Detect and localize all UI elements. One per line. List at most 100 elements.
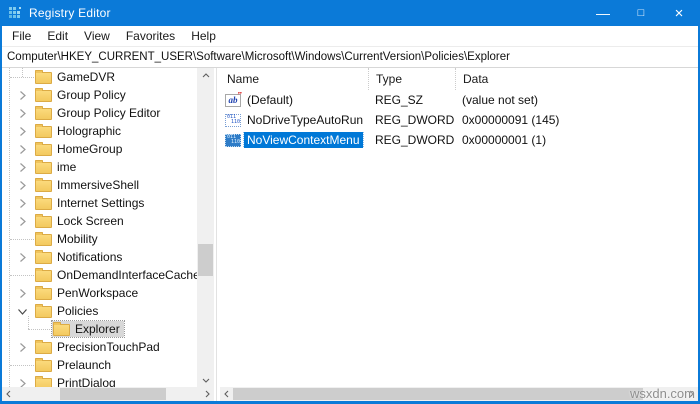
tree-key-lock-screen[interactable]: Lock Screen xyxy=(34,213,128,229)
tree-item-label: HomeGroup xyxy=(57,142,123,156)
menu-edit[interactable]: Edit xyxy=(39,29,76,43)
tree-item-label: ime xyxy=(57,160,77,174)
chevron-right-icon[interactable] xyxy=(10,180,34,191)
value-row-noviewcontextmenu[interactable]: 011 110 NoViewContextMenu REG_DWORD 0x000000… xyxy=(220,130,698,150)
tree-item-printdialog[interactable]: PrintDialog xyxy=(2,374,197,387)
chevron-right-icon[interactable] xyxy=(10,288,34,299)
chevron-right-icon[interactable] xyxy=(10,198,34,209)
tree-key-prelaunch[interactable]: Prelaunch xyxy=(34,357,115,373)
folder-icon xyxy=(35,286,52,300)
tree-item-homegroup[interactable]: HomeGroup xyxy=(2,140,197,158)
folder-icon xyxy=(35,232,52,246)
chevron-right-icon[interactable] xyxy=(10,342,34,353)
tree-item-gamedvr[interactable]: GameDVR xyxy=(2,68,197,86)
tree-connector-dots xyxy=(10,238,34,240)
tree-item-label: PrintDialog xyxy=(57,376,116,387)
chevron-right-icon[interactable] xyxy=(10,126,34,137)
folder-icon xyxy=(35,88,52,102)
chevron-right-icon[interactable] xyxy=(10,90,34,101)
scroll-right-arrow-icon[interactable] xyxy=(201,387,214,401)
column-header-data[interactable]: Data xyxy=(455,68,698,90)
tree-item-label: Notifications xyxy=(57,250,123,264)
column-header-type[interactable]: Type xyxy=(368,68,455,90)
scroll-down-arrow-icon[interactable] xyxy=(197,373,214,387)
tree-key-policies[interactable]: Policies xyxy=(34,303,102,319)
column-header-name[interactable]: Name xyxy=(220,68,368,90)
tree-key-group-policy-editor[interactable]: Group Policy Editor xyxy=(34,105,164,121)
tree-hscroll-thumb[interactable] xyxy=(60,388,166,400)
tree-item-ondemandinterfacecache[interactable]: OnDemandInterfaceCache xyxy=(2,266,197,284)
tree-item-policies[interactable]: Policies xyxy=(2,302,197,320)
value-name-cell[interactable]: ab (Default) xyxy=(220,92,368,108)
maximize-button[interactable]: □ xyxy=(622,0,660,26)
value-data: 0x00000001 (1) xyxy=(462,133,547,147)
value-name-cell[interactable]: 011 110 NoDriveTypeAutoRun xyxy=(220,112,368,128)
chevron-right-icon[interactable] xyxy=(10,108,34,119)
tree-item-ime[interactable]: ime xyxy=(2,158,197,176)
value-data: 0x00000091 (145) xyxy=(462,113,560,127)
chevron-right-icon[interactable] xyxy=(10,378,34,387)
tree-key-explorer[interactable]: Explorer xyxy=(51,320,125,338)
menu-favorites[interactable]: Favorites xyxy=(118,29,183,43)
tree-vertical-scrollbar[interactable] xyxy=(197,68,214,387)
chevron-right-icon[interactable] xyxy=(10,144,34,155)
menu-file[interactable]: File xyxy=(4,29,39,43)
tree-key-mobility[interactable]: Mobility xyxy=(34,231,102,247)
tree-item-label: Group Policy xyxy=(57,88,126,102)
tree-key-holographic[interactable]: Holographic xyxy=(34,123,125,139)
tree-item-penworkspace[interactable]: PenWorkspace xyxy=(2,284,197,302)
tree-key-precisiontouchpad[interactable]: PrecisionTouchPad xyxy=(34,339,164,355)
tree-item-label: Prelaunch xyxy=(57,358,112,372)
tree-item-precisiontouchpad[interactable]: PrecisionTouchPad xyxy=(2,338,197,356)
key-tree-pane: GameDVR Group Policy Group Policy Editor Ho… xyxy=(2,68,214,401)
value-type: REG_DWORD xyxy=(375,113,455,127)
tree-item-holographic[interactable]: Holographic xyxy=(2,122,197,140)
tree-key-gamedvr[interactable]: GameDVR xyxy=(34,69,119,85)
folder-icon xyxy=(35,70,52,84)
tree-key-ondemandinterfacecache[interactable]: OnDemandInterfaceCache xyxy=(34,267,197,283)
value-name-cell[interactable]: 011 110 NoViewContextMenu xyxy=(220,132,368,148)
close-button[interactable]: × xyxy=(660,0,698,26)
tree-key-ime[interactable]: ime xyxy=(34,159,80,175)
tree-key-penworkspace[interactable]: PenWorkspace xyxy=(34,285,142,301)
menu-view[interactable]: View xyxy=(76,29,118,43)
value-row-nodrivetypeautorun[interactable]: 011 110 NoDriveTypeAutoRun REG_DWORD 0x00000… xyxy=(220,110,698,130)
menu-help[interactable]: Help xyxy=(183,29,224,43)
list-hscroll-thumb[interactable] xyxy=(233,388,643,400)
scroll-up-arrow-icon[interactable] xyxy=(197,68,214,82)
tree-key-notifications[interactable]: Notifications xyxy=(34,249,126,265)
tree-item-immersiveshell[interactable]: ImmersiveShell xyxy=(2,176,197,194)
tree-item-group-policy[interactable]: Group Policy xyxy=(2,86,197,104)
values-list-pane: Name Type Data ab (Default) REG_SZ (value n… xyxy=(220,68,698,401)
tree-item-lock-screen[interactable]: Lock Screen xyxy=(2,212,197,230)
tree-horizontal-scrollbar[interactable] xyxy=(2,387,214,401)
folder-icon xyxy=(35,106,52,120)
tree-key-immersiveshell[interactable]: ImmersiveShell xyxy=(34,177,143,193)
value-row--default-[interactable]: ab (Default) REG_SZ (value not set) xyxy=(220,90,698,110)
value-type: REG_SZ xyxy=(375,93,424,107)
chevron-right-icon[interactable] xyxy=(10,162,34,173)
list-horizontal-scrollbar[interactable] xyxy=(220,387,698,401)
chevron-right-icon[interactable] xyxy=(10,252,34,263)
tree-item-internet-settings[interactable]: Internet Settings xyxy=(2,194,197,212)
tree-connector-dots xyxy=(10,364,34,366)
tree-key-group-policy[interactable]: Group Policy xyxy=(34,87,130,103)
tree-item-explorer[interactable]: Explorer xyxy=(2,320,197,338)
tree-item-prelaunch[interactable]: Prelaunch xyxy=(2,356,197,374)
tree-item-label: Mobility xyxy=(57,232,98,246)
tree-item-mobility[interactable]: Mobility xyxy=(2,230,197,248)
registry-editor-app-icon xyxy=(9,6,22,20)
scroll-left-arrow-icon[interactable] xyxy=(2,387,15,401)
tree-key-printdialog[interactable]: PrintDialog xyxy=(34,375,120,387)
address-bar[interactable]: Computer\HKEY_CURRENT_USER\Software\Micr… xyxy=(2,47,698,68)
tree-item-notifications[interactable]: Notifications xyxy=(2,248,197,266)
chevron-down-icon[interactable] xyxy=(10,306,34,317)
tree-item-group-policy-editor[interactable]: Group Policy Editor xyxy=(2,104,197,122)
tree-key-homegroup[interactable]: HomeGroup xyxy=(34,141,126,157)
chevron-right-icon[interactable] xyxy=(10,216,34,227)
folder-icon xyxy=(35,160,52,174)
scroll-left-arrow-icon[interactable] xyxy=(220,387,233,401)
tree-key-internet-settings[interactable]: Internet Settings xyxy=(34,195,148,211)
tree-vscroll-thumb[interactable] xyxy=(198,244,213,276)
tree-item-label: PenWorkspace xyxy=(57,286,139,300)
